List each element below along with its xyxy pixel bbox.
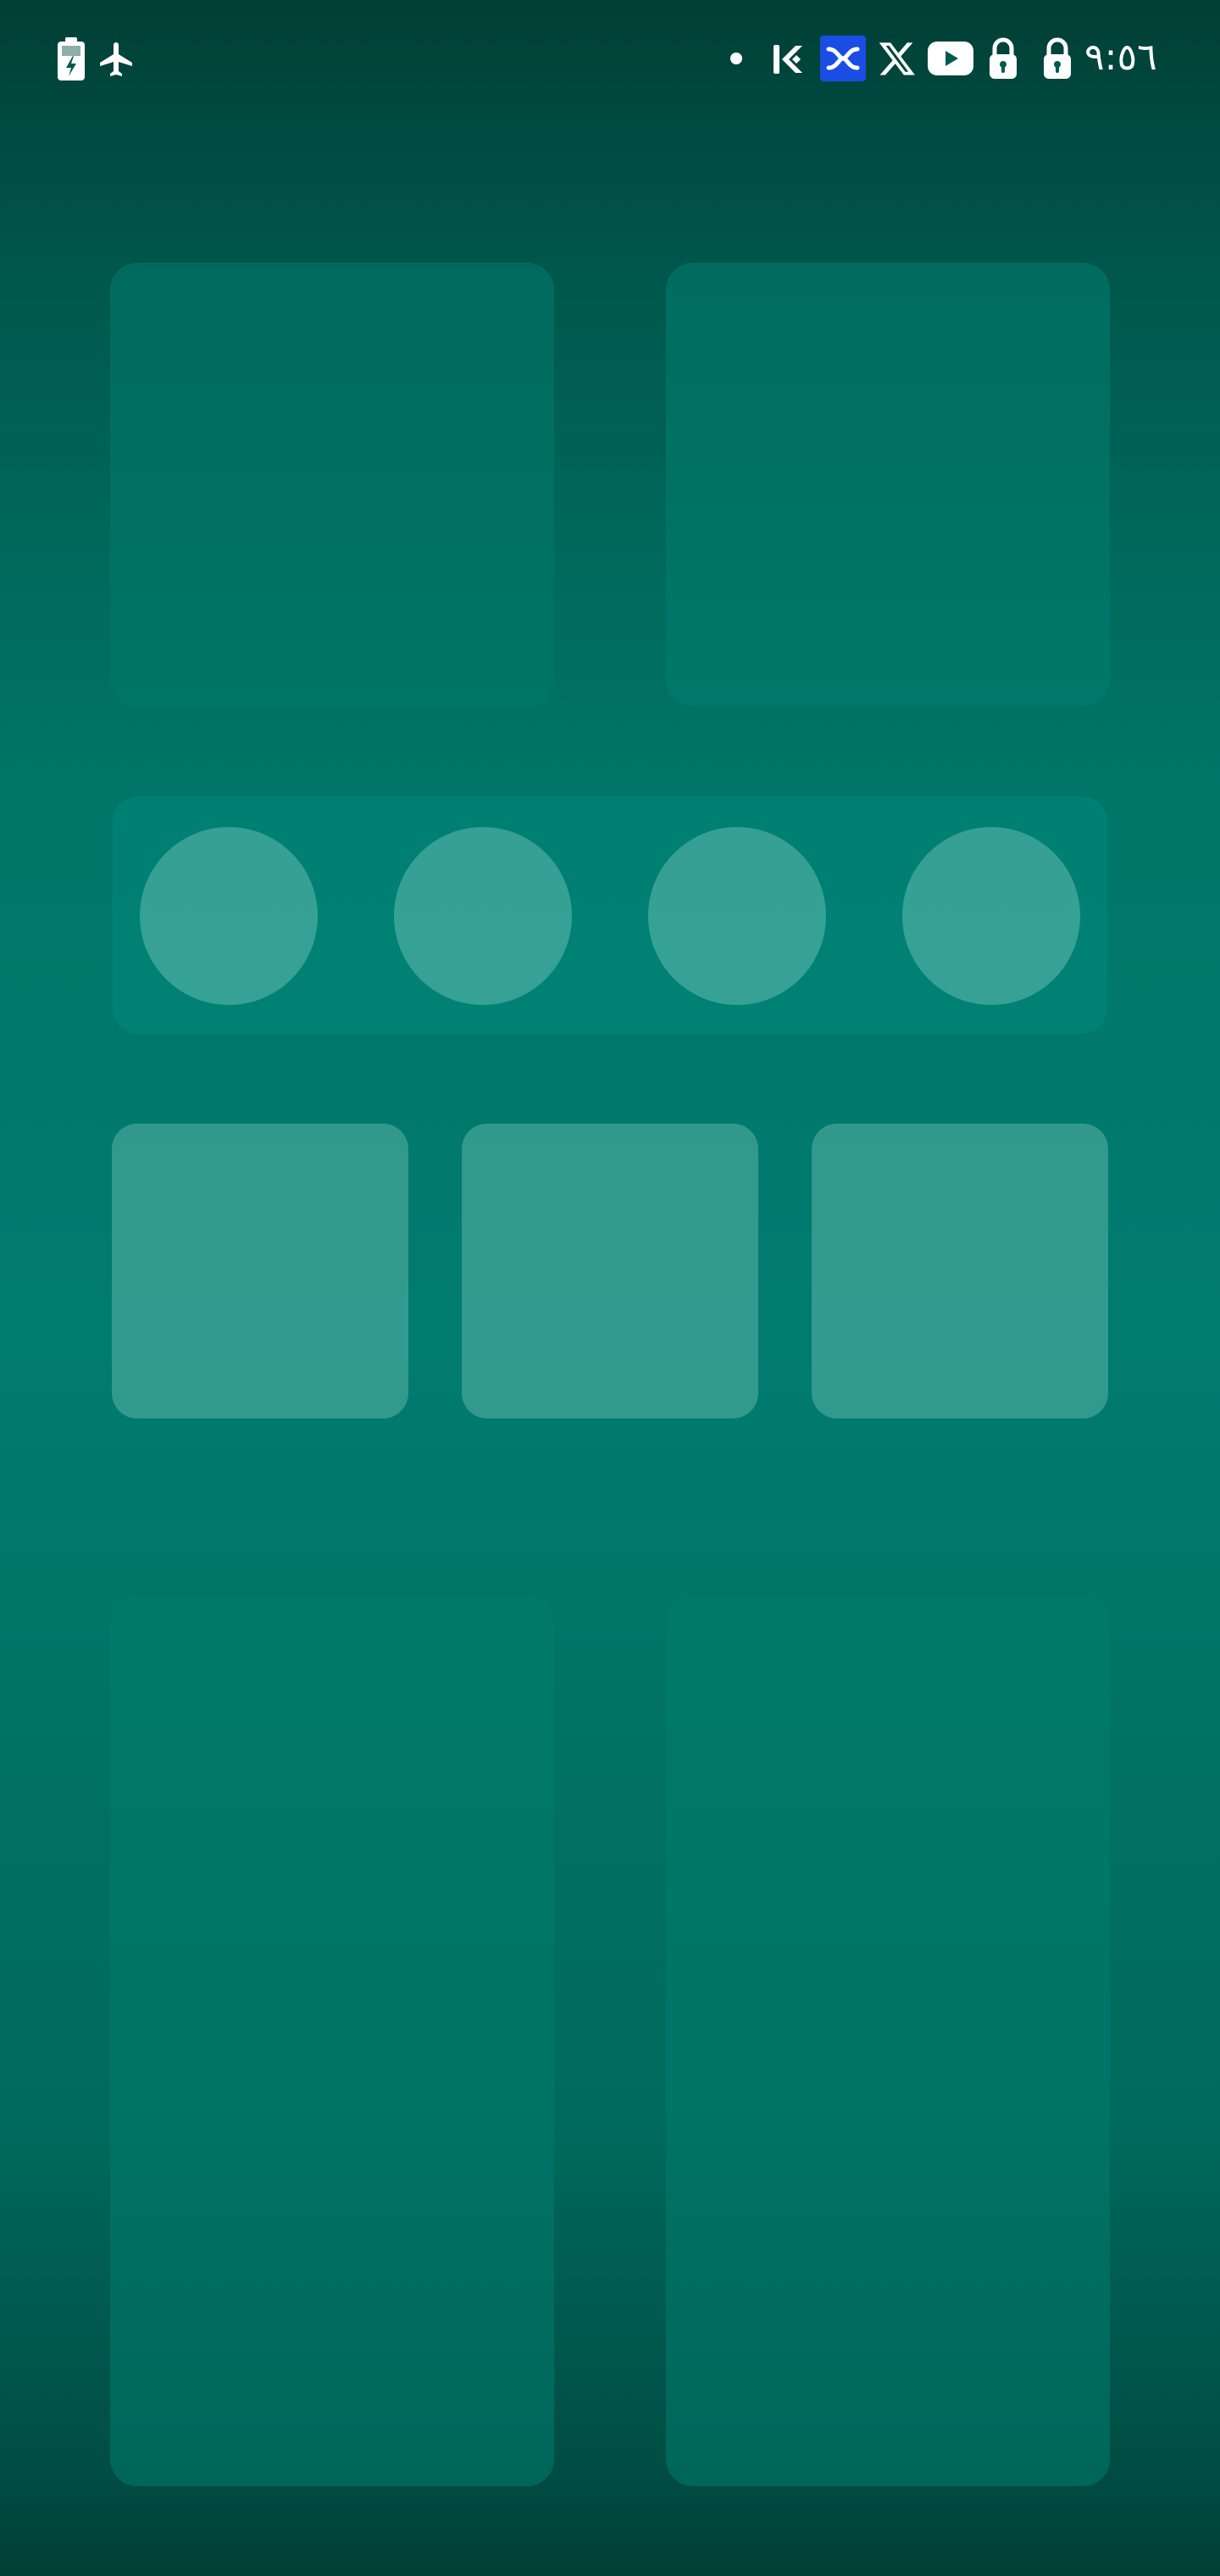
status-clock: ٩:٥٦: [1084, 36, 1157, 79]
tile-placeholder-3[interactable]: [812, 1124, 1108, 1418]
app-placeholder-4[interactable]: [902, 827, 1080, 1005]
tile-placeholder-1[interactable]: [112, 1124, 408, 1418]
lock-icon: [1040, 36, 1074, 81]
widget-placeholder-bottom-right[interactable]: [666, 1596, 1110, 2486]
x-app-icon: [876, 37, 918, 80]
youtube-app-icon: [927, 37, 974, 80]
kucoin-app-icon: [769, 39, 810, 80]
widget-placeholder-bottom-left[interactable]: [110, 1596, 554, 2486]
widget-placeholder-top-right[interactable]: [666, 263, 1110, 707]
app-placeholder-3[interactable]: [648, 827, 826, 1005]
tile-placeholder-2[interactable]: [462, 1124, 758, 1418]
airplane-mode-icon: [95, 37, 139, 81]
widget-placeholder-top-left[interactable]: [110, 263, 554, 707]
app-dock: [113, 797, 1107, 1034]
status-bar: ٩:٥٦: [0, 0, 1220, 119]
app-placeholder-1[interactable]: [140, 827, 318, 1005]
lock-icon: [986, 36, 1020, 81]
blue-app-icon: [820, 36, 866, 81]
battery-saver-icon: [56, 37, 86, 81]
notification-dot-icon: [727, 49, 746, 68]
app-placeholder-2[interactable]: [394, 827, 572, 1005]
